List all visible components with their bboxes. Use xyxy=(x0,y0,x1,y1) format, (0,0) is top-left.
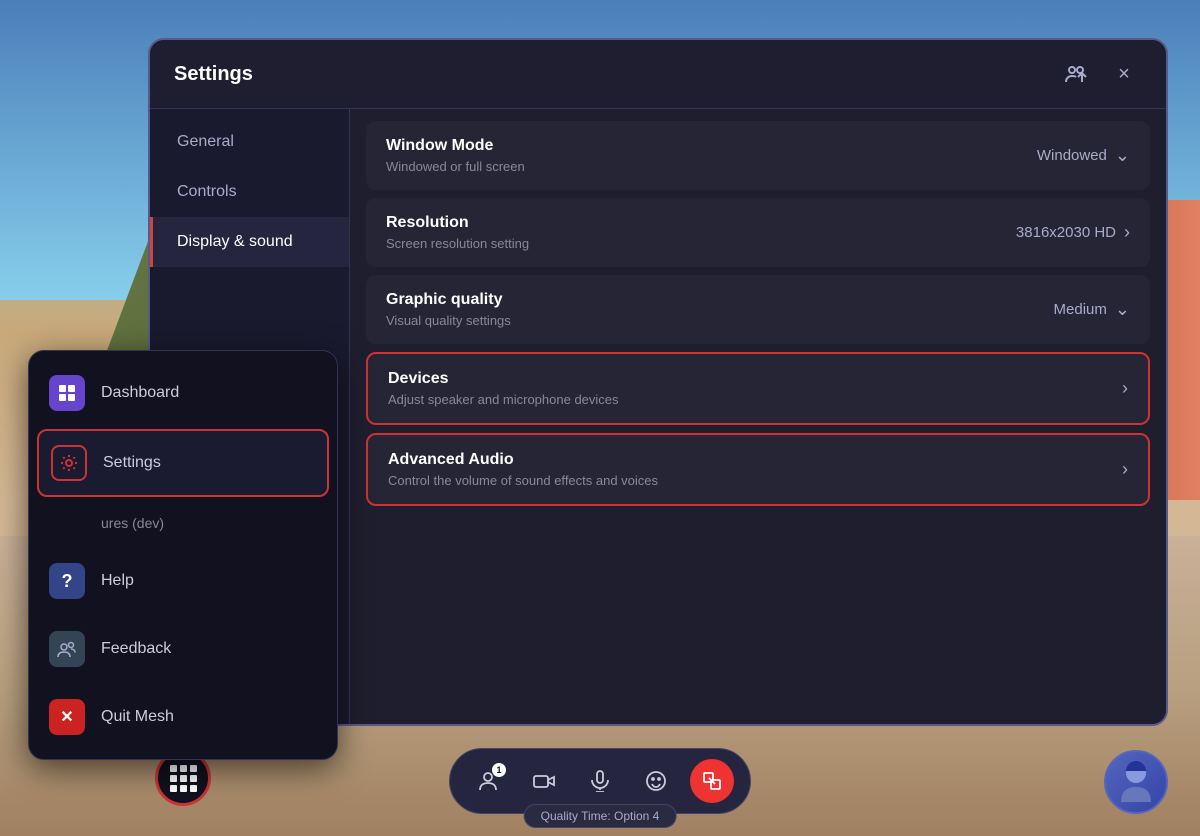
popup-dashboard-label: Dashboard xyxy=(101,384,179,402)
popup-quit-label: Quit Mesh xyxy=(101,708,174,726)
resolution-chevron-icon: › xyxy=(1124,222,1130,243)
row-right-resolution: 3816x2030 HD › xyxy=(1016,222,1130,243)
popup-item-settings[interactable]: Settings xyxy=(37,429,329,497)
popup-item-feedback[interactable]: Feedback xyxy=(29,615,337,683)
window-mode-subtitle: Windowed or full screen xyxy=(386,159,525,174)
row-left-resolution: Resolution Screen resolution setting xyxy=(386,214,529,251)
devices-chevron-icon: › xyxy=(1122,378,1128,399)
settings-content: Window Mode Windowed or full screen Wind… xyxy=(350,109,1166,724)
person-count-badge: 1 xyxy=(492,763,506,777)
settings-title: Settings xyxy=(174,63,253,86)
emoji-button[interactable] xyxy=(634,759,678,803)
window-mode-dropdown-icon: ⌄ xyxy=(1115,145,1130,166)
quit-icon: ✕ xyxy=(49,699,85,735)
sidebar-item-general[interactable]: General xyxy=(150,117,349,167)
resolution-value: 3816x2030 HD xyxy=(1016,224,1116,241)
popup-settings-label: Settings xyxy=(103,454,161,472)
sidebar-item-controls[interactable]: Controls xyxy=(150,167,349,217)
help-icon: ? xyxy=(49,563,85,599)
window-mode-title: Window Mode xyxy=(386,137,525,155)
popup-item-quit[interactable]: ✕ Quit Mesh xyxy=(29,683,337,751)
row-left-window-mode: Window Mode Windowed or full screen xyxy=(386,137,525,174)
dashboard-icon xyxy=(49,375,85,411)
popup-features-label: ures (dev) xyxy=(101,515,164,531)
sidebar-label-controls: Controls xyxy=(177,183,237,201)
popup-menu: Dashboard Settings ures (dev) ? Help F xyxy=(28,350,338,760)
popup-item-dashboard[interactable]: Dashboard xyxy=(29,359,337,427)
close-button[interactable]: × xyxy=(1106,56,1142,92)
settings-row-resolution[interactable]: Resolution Screen resolution setting 381… xyxy=(366,198,1150,267)
graphic-quality-dropdown-icon: ⌄ xyxy=(1115,299,1130,320)
row-right-devices: › xyxy=(1122,378,1128,399)
row-left-advanced-audio: Advanced Audio Control the volume of sou… xyxy=(388,451,658,488)
settings-row-graphic-quality[interactable]: Graphic quality Visual quality settings … xyxy=(366,275,1150,344)
header-share-button[interactable] xyxy=(1058,56,1094,92)
resolution-subtitle: Screen resolution setting xyxy=(386,236,529,251)
camera-button[interactable] xyxy=(522,759,566,803)
close-icon: × xyxy=(1118,63,1130,86)
grid-icon xyxy=(170,765,197,792)
window-mode-value: Windowed xyxy=(1037,147,1107,164)
header-actions: × xyxy=(1058,56,1142,92)
row-left-graphic-quality: Graphic quality Visual quality settings xyxy=(386,291,511,328)
row-right-advanced-audio: › xyxy=(1122,459,1128,480)
sidebar-label-display-sound: Display & sound xyxy=(177,233,293,251)
share-active-button[interactable] xyxy=(690,759,734,803)
popup-feedback-label: Feedback xyxy=(101,640,171,658)
graphic-quality-value: Medium xyxy=(1054,301,1107,318)
graphic-quality-subtitle: Visual quality settings xyxy=(386,313,511,328)
row-left-devices: Devices Adjust speaker and microphone de… xyxy=(388,370,619,407)
row-right-graphic-quality: Medium ⌄ xyxy=(1054,299,1130,320)
quality-badge: Quality Time: Option 4 xyxy=(524,804,677,828)
advanced-audio-subtitle: Control the volume of sound effects and … xyxy=(388,473,658,488)
feedback-icon xyxy=(49,631,85,667)
sidebar-item-display-sound[interactable]: Display & sound xyxy=(150,217,349,267)
settings-icon xyxy=(51,445,87,481)
person-count-button[interactable]: 1 xyxy=(466,759,510,803)
sidebar-label-general: General xyxy=(177,133,234,151)
advanced-audio-chevron-icon: › xyxy=(1122,459,1128,480)
resolution-title: Resolution xyxy=(386,214,529,232)
user-avatar[interactable] xyxy=(1104,750,1168,814)
devices-title: Devices xyxy=(388,370,619,388)
popup-item-features-dev[interactable]: ures (dev) xyxy=(29,499,337,547)
microphone-button[interactable] xyxy=(578,759,622,803)
popup-help-label: Help xyxy=(101,572,134,590)
devices-subtitle: Adjust speaker and microphone devices xyxy=(388,392,619,407)
settings-header: Settings × xyxy=(150,40,1166,109)
settings-row-devices[interactable]: Devices Adjust speaker and microphone de… xyxy=(366,352,1150,425)
settings-row-advanced-audio[interactable]: Advanced Audio Control the volume of sou… xyxy=(366,433,1150,506)
advanced-audio-title: Advanced Audio xyxy=(388,451,658,469)
row-right-window-mode: Windowed ⌄ xyxy=(1037,145,1130,166)
settings-row-window-mode[interactable]: Window Mode Windowed or full screen Wind… xyxy=(366,121,1150,190)
graphic-quality-title: Graphic quality xyxy=(386,291,511,309)
popup-item-help[interactable]: ? Help xyxy=(29,547,337,615)
quality-badge-text: Quality Time: Option 4 xyxy=(541,809,660,823)
